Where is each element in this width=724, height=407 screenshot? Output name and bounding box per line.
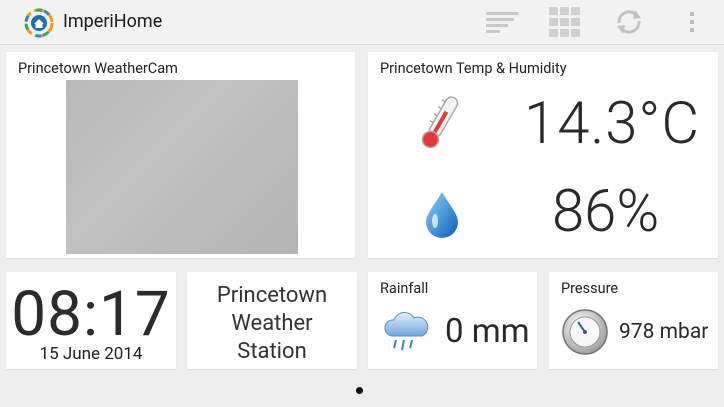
- humidity-value: 86%: [552, 178, 660, 246]
- clock-time: 08:17: [11, 278, 171, 351]
- barometer-icon: [562, 309, 608, 355]
- imperihome-logo-icon[interactable]: [24, 8, 54, 38]
- webcam-tile[interactable]: Princetown WeatherCam: [6, 52, 355, 258]
- pressure-title: Pressure: [561, 280, 619, 297]
- station-name-line3: Station: [237, 339, 307, 364]
- webcam-title: Princetown WeatherCam: [18, 60, 178, 77]
- rainfall-value: 0 mm: [445, 312, 530, 351]
- action-bar: ImperiHome: [0, 0, 724, 45]
- station-name-line2: Weather: [231, 311, 313, 336]
- refresh-icon[interactable]: [612, 6, 646, 38]
- temp-humidity-title: Princetown Temp & Humidity: [380, 60, 567, 77]
- app-title: ImperiHome: [63, 11, 163, 32]
- rainfall-tile[interactable]: Rainfall 0 mm: [368, 272, 537, 369]
- temp-humidity-tile[interactable]: Princetown Temp & Humidity 14.3°C 86%: [368, 52, 718, 258]
- list-view-icon[interactable]: [484, 6, 518, 38]
- pressure-value: 978 mbar: [619, 320, 709, 344]
- overflow-menu-icon[interactable]: [676, 6, 710, 38]
- rain-cloud-icon: [384, 312, 429, 351]
- webcam-image[interactable]: [66, 80, 298, 254]
- station-name-tile[interactable]: Princetown Weather Station: [187, 272, 357, 369]
- page-indicator-dot[interactable]: [356, 387, 363, 394]
- grid-view-icon[interactable]: [548, 6, 582, 38]
- temperature-value: 14.3°C: [524, 90, 700, 158]
- thermometer-icon: [421, 96, 459, 149]
- station-name: Princetown Weather Station: [187, 282, 357, 366]
- pressure-tile[interactable]: Pressure 978 mbar: [549, 272, 718, 369]
- rainfall-title: Rainfall: [380, 280, 429, 297]
- clock-date: 15 June 2014: [39, 344, 143, 364]
- clock-tile[interactable]: 08:17 15 June 2014: [6, 272, 176, 369]
- humidity-drop-icon: [426, 192, 458, 238]
- station-name-line1: Princetown: [216, 283, 328, 308]
